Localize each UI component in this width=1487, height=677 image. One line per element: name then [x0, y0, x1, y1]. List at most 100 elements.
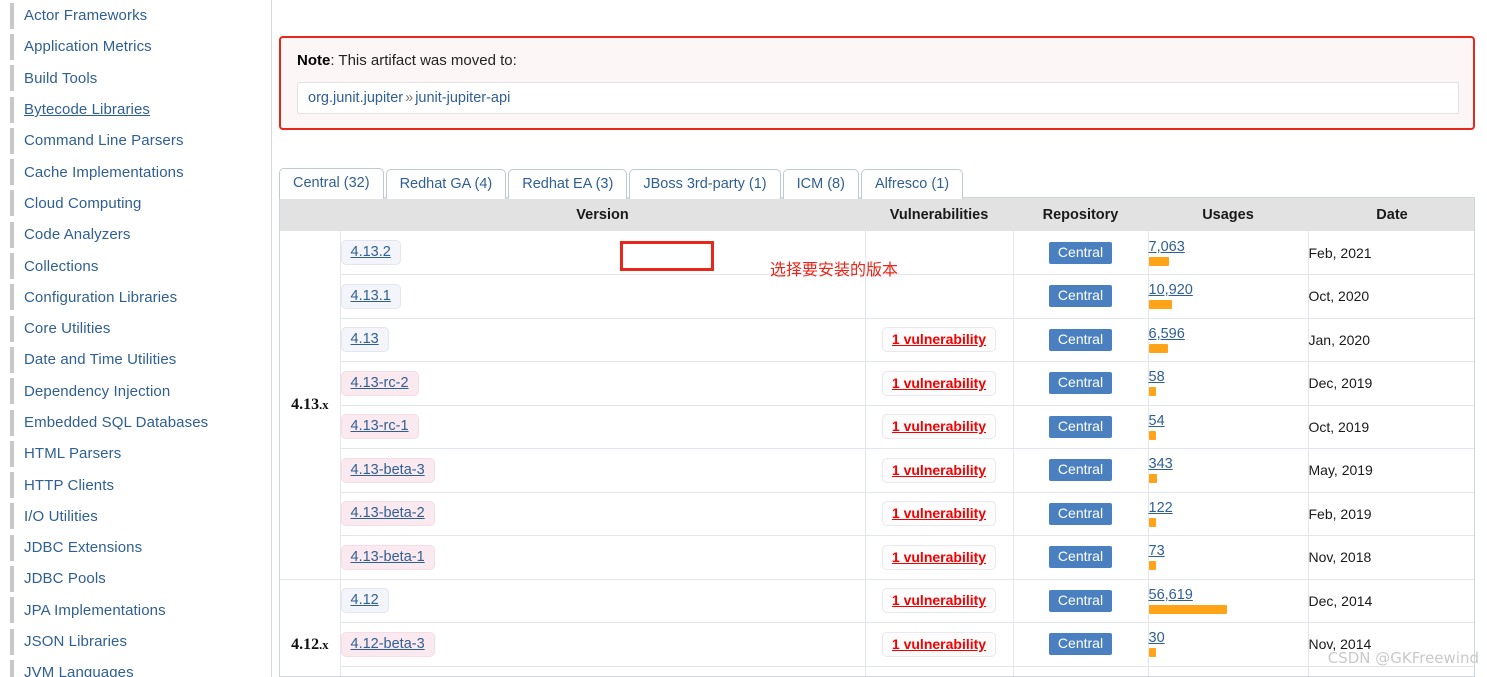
version-cell: 4.13-beta-1	[340, 535, 866, 579]
version-cell: 4.13.1	[340, 274, 866, 318]
sidebar-item-label: JDBC Extensions	[24, 539, 143, 557]
note-label: Note	[297, 52, 331, 69]
table-row: 4.13 1 vulnerability Central 6,596 Jan, 2020	[280, 317, 1474, 362]
date-cell: Oct, 2019	[1308, 404, 1474, 449]
sidebar-item-jdbc-pools[interactable]: JDBC Pools	[0, 563, 271, 594]
sidebar-item-http-clients[interactable]: HTTP Clients	[0, 469, 271, 500]
sidebar-item-collections[interactable]: Collections	[0, 250, 271, 281]
repository-cell: Central	[1013, 231, 1149, 275]
usages-count-link[interactable]: 343	[1149, 457, 1308, 472]
usages-count-link[interactable]: 73	[1149, 544, 1308, 559]
sidebar-item-bytecode-libraries[interactable]: Bytecode Libraries	[0, 94, 271, 125]
usages-count-link[interactable]: 56,619	[1149, 587, 1308, 603]
usages-cell	[1148, 665, 1309, 676]
sidebar-item-command-line-parsers[interactable]: Command Line Parsers	[0, 125, 271, 156]
vulnerability-badge[interactable]: 1 vulnerability	[881, 588, 997, 614]
version-link[interactable]: 4.13.1	[340, 283, 401, 309]
versions-table-head: Version Vulnerabilities Repository Usage…	[280, 198, 1474, 231]
usages-cell: 7,063	[1148, 231, 1309, 275]
sidebar-item-html-parsers[interactable]: HTML Parsers	[0, 438, 271, 469]
usages-bar	[1148, 561, 1156, 571]
sidebar-item-application-metrics[interactable]: Application Metrics	[0, 31, 271, 62]
repository-badge: Central	[1048, 415, 1113, 438]
usages-count-link[interactable]: 30	[1149, 631, 1308, 646]
vulnerability-badge[interactable]: 1 vulnerability	[881, 501, 997, 527]
sidebar-item-configuration-libraries[interactable]: Configuration Libraries	[0, 282, 271, 313]
tab-jboss-3rd-party-1[interactable]: JBoss 3rd-party (1)	[629, 169, 781, 199]
repository-badge: Central	[1048, 285, 1113, 308]
sidebar-item-date-and-time-utilities[interactable]: Date and Time Utilities	[0, 344, 271, 375]
usages-count-link[interactable]: 7,063	[1149, 239, 1308, 255]
version-link[interactable]: 4.13-rc-1	[340, 414, 419, 440]
category-list: Actor Frameworks Application Metrics Build…	[0, 0, 271, 677]
usages-count-link[interactable]: 10,920	[1149, 283, 1308, 298]
sidebar-item-embedded-sql-databases[interactable]: Embedded SQL Databases	[0, 407, 271, 438]
bullet-icon	[10, 96, 14, 123]
date-cell: Jan, 2020	[1308, 317, 1474, 362]
usages-count-link[interactable]: 58	[1149, 370, 1308, 385]
sidebar-item-build-tools[interactable]: Build Tools	[0, 63, 271, 94]
sidebar-item-cache-implementations[interactable]: Cache Implementations	[0, 156, 271, 187]
version-link[interactable]: 4.13-beta-1	[340, 544, 435, 570]
header-date: Date	[1308, 198, 1474, 231]
sidebar-item-jvm-languages[interactable]: JVM Languages	[0, 657, 271, 677]
usages-cell: 122	[1148, 491, 1309, 536]
usages-count-link[interactable]: 6,596	[1149, 326, 1308, 342]
header-group	[280, 198, 340, 231]
table-row: 4.13-beta-2 1 vulnerability Central 122 Feb,…	[280, 491, 1474, 536]
artifact-id-link[interactable]: junit-jupiter-api	[415, 90, 510, 106]
tab-redhat-ga-4[interactable]: Redhat GA (4)	[385, 169, 507, 199]
date-cell: Dec, 2014	[1308, 578, 1474, 623]
usages-count-link[interactable]: 54	[1149, 413, 1308, 429]
vulnerability-badge[interactable]: 1 vulnerability	[881, 414, 997, 440]
vulnerability-badge[interactable]: 1 vulnerability	[881, 370, 997, 396]
version-link[interactable]: 4.12	[340, 588, 389, 614]
sidebar-item-dependency-injection[interactable]: Dependency Injection	[0, 376, 271, 407]
sidebar-item-code-analyzers[interactable]: Code Analyzers	[0, 219, 271, 250]
usages-bar	[1148, 256, 1169, 266]
sidebar-item-jpa-implementations[interactable]: JPA Implementations	[0, 595, 271, 626]
sidebar-item-label: Cloud Computing	[24, 194, 142, 212]
version-link[interactable]: 4.13-beta-2	[340, 501, 435, 527]
date-cell: Feb, 2019	[1308, 491, 1474, 536]
vulnerability-badge[interactable]: 1 vulnerability	[881, 327, 997, 353]
tab-central-32[interactable]: Central (32)	[279, 168, 384, 199]
version-link[interactable]: 4.13-beta-3	[340, 457, 435, 483]
bullet-icon	[10, 346, 14, 373]
tab-redhat-ea-3[interactable]: Redhat EA (3)	[508, 169, 628, 199]
version-link[interactable]: 4.13-rc-2	[340, 370, 419, 396]
usages-bar	[1148, 517, 1156, 527]
usages-cell: 58	[1148, 361, 1309, 405]
usages-count-link[interactable]: 122	[1149, 500, 1308, 516]
sidebar-item-label: Build Tools	[24, 69, 98, 87]
version-cell: 4.13-beta-3	[340, 448, 866, 492]
usages-bar	[1148, 648, 1156, 658]
version-link[interactable]: 4.12-beta-3	[340, 631, 435, 657]
vulnerability-badge[interactable]: 1 vulnerability	[881, 631, 997, 657]
version-link[interactable]: 4.13	[340, 327, 389, 353]
vulnerability-cell: 1 vulnerability	[865, 361, 1014, 405]
sidebar-item-core-utilities[interactable]: Core Utilities	[0, 313, 271, 344]
usages-bar	[1148, 430, 1156, 440]
sidebar-item-label: Configuration Libraries	[24, 288, 178, 306]
sidebar-item-jdbc-extensions[interactable]: JDBC Extensions	[0, 532, 271, 563]
bullet-icon	[10, 659, 14, 677]
sidebar-item-i-o-utilities[interactable]: I/O Utilities	[0, 501, 271, 532]
vulnerability-badge[interactable]: 1 vulnerability	[881, 544, 997, 570]
sidebar-item-json-libraries[interactable]: JSON Libraries	[0, 626, 271, 657]
sidebar-item-actor-frameworks[interactable]: Actor Frameworks	[0, 0, 271, 31]
repository-badge: Central	[1048, 546, 1113, 569]
usages-bar	[1148, 387, 1156, 397]
tab-icm-8[interactable]: ICM (8)	[782, 169, 859, 199]
version-link[interactable]: 4.13.2	[340, 240, 401, 265]
repository-badge: Central	[1048, 328, 1113, 351]
tab-alfresco-1[interactable]: Alfresco (1)	[860, 169, 964, 199]
group-major: 4.13	[291, 395, 320, 413]
note-message: : This artifact was moved to:	[330, 52, 517, 69]
repository-cell: Central	[1013, 578, 1149, 623]
vulnerability-badge[interactable]: 1 vulnerability	[881, 457, 997, 483]
group-id-link[interactable]: org.junit.jupiter	[308, 90, 403, 106]
sidebar-item-label: Actor Frameworks	[24, 7, 148, 25]
sidebar-item-cloud-computing[interactable]: Cloud Computing	[0, 188, 271, 219]
sidebar-item-label: Date and Time Utilities	[24, 351, 177, 369]
